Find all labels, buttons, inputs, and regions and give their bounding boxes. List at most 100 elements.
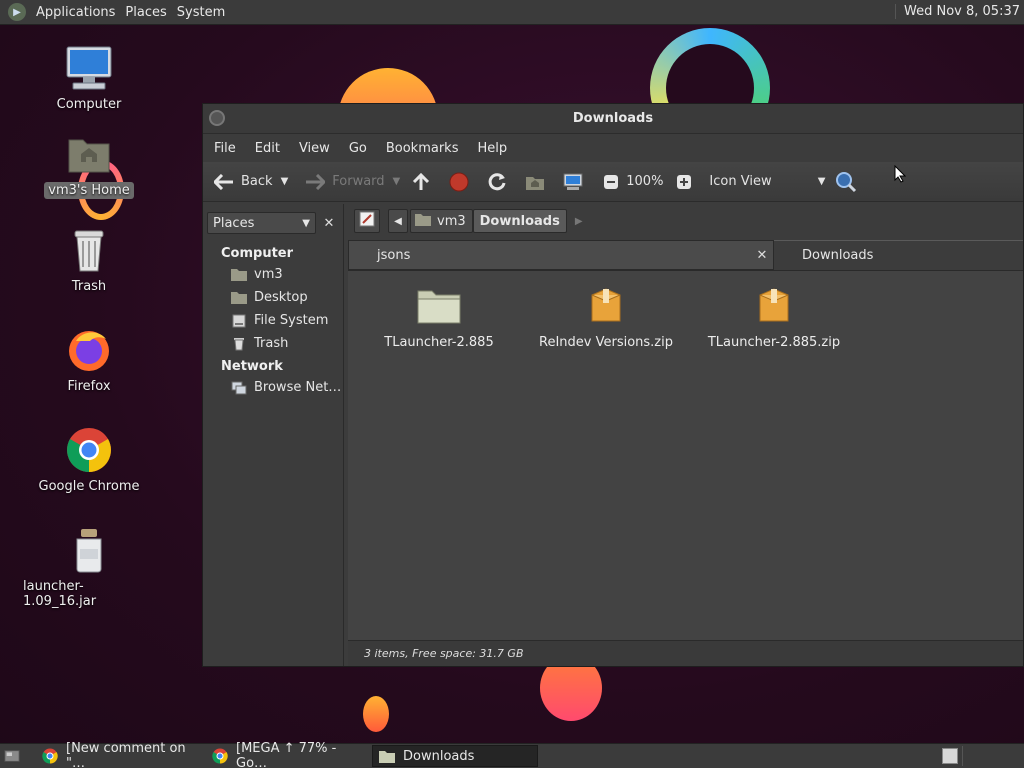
window-titlebar[interactable]: Downloads bbox=[203, 104, 1023, 134]
drive-icon bbox=[231, 314, 247, 328]
close-icon[interactable]: ✕ bbox=[755, 248, 769, 263]
menu-file[interactable]: File bbox=[214, 141, 236, 156]
wallpaper-blob bbox=[363, 696, 389, 732]
tab-label: Downloads bbox=[802, 248, 874, 263]
trash-icon bbox=[65, 226, 113, 274]
edit-location-button[interactable] bbox=[354, 209, 380, 233]
sidebar-places-select[interactable]: Places ▼ bbox=[207, 212, 316, 234]
chevron-down-icon[interactable]: ▼ bbox=[393, 176, 401, 187]
view-mode-label: Icon View bbox=[709, 174, 772, 189]
window-title: Downloads bbox=[572, 111, 654, 126]
menu-go[interactable]: Go bbox=[349, 141, 367, 156]
chrome-icon bbox=[42, 748, 58, 764]
zip-archive-icon bbox=[588, 285, 624, 329]
tab-jsons[interactable]: jsons ✕ bbox=[348, 240, 774, 270]
arrow-up-icon bbox=[410, 171, 432, 193]
chevron-down-icon[interactable]: ▼ bbox=[281, 176, 289, 187]
sidebar-item-browse-network[interactable]: Browse Net… bbox=[203, 376, 343, 399]
file-item[interactable]: ReIndev Versions.zip bbox=[521, 285, 691, 350]
top-panel: ▶ Applications Places System Wed Nov 8, … bbox=[0, 0, 1024, 25]
back-button[interactable]: Back ▼ bbox=[213, 171, 288, 193]
folder-icon bbox=[416, 285, 462, 329]
desktop-icon-chrome[interactable]: Google Chrome bbox=[19, 426, 159, 495]
zoom-out-icon bbox=[600, 171, 622, 193]
sidebar-item-file-system[interactable]: File System bbox=[203, 309, 343, 332]
desktop-icon-firefox[interactable]: Firefox bbox=[19, 326, 159, 395]
tab-downloads[interactable]: Downloads bbox=[774, 240, 1023, 270]
file-item[interactable]: TLauncher-2.885.zip bbox=[689, 285, 859, 350]
arrow-right-icon bbox=[304, 171, 326, 193]
menu-places[interactable]: Places bbox=[125, 5, 166, 20]
zoom-in-button[interactable] bbox=[673, 171, 699, 193]
sidebar-item-label: Trash bbox=[254, 336, 289, 351]
zoom-level: 100% bbox=[626, 174, 664, 189]
stop-button[interactable] bbox=[448, 171, 476, 193]
show-desktop-icon bbox=[4, 748, 20, 764]
home-button[interactable] bbox=[524, 171, 552, 193]
sidebar-item-label: vm3 bbox=[254, 267, 283, 282]
search-button[interactable] bbox=[835, 171, 863, 193]
reload-icon bbox=[486, 171, 508, 193]
tab-label: jsons bbox=[377, 247, 411, 263]
pencil-icon bbox=[359, 211, 375, 231]
show-desktop-button[interactable] bbox=[0, 745, 28, 767]
close-icon[interactable]: ✕ bbox=[319, 212, 339, 234]
menu-system[interactable]: System bbox=[177, 5, 225, 20]
firefox-icon bbox=[65, 326, 113, 374]
desktop-icon-label: Computer bbox=[56, 97, 122, 112]
trash-icon bbox=[231, 337, 247, 351]
sidebar-item-trash[interactable]: Trash bbox=[203, 332, 343, 355]
file-name: TLauncher-2.885 bbox=[384, 335, 494, 350]
chevron-right-icon[interactable]: ▶ bbox=[575, 216, 583, 227]
path-bar: ◀ vm3 Downloads ▶ bbox=[348, 204, 1023, 238]
workspace-switcher[interactable] bbox=[962, 746, 1020, 766]
sidebar-item-label: Desktop bbox=[254, 290, 308, 305]
menubar: File Edit View Go Bookmarks Help bbox=[203, 134, 1023, 162]
file-view[interactable]: TLauncher-2.885 ReIndev Versions.zip TLa… bbox=[348, 270, 1023, 640]
search-icon bbox=[835, 171, 857, 193]
reload-button[interactable] bbox=[486, 171, 514, 193]
distro-logo-icon[interactable]: ▶ bbox=[8, 3, 26, 21]
computer-icon bbox=[65, 44, 113, 92]
taskbar-item-chrome-comment[interactable]: [New comment on "… bbox=[36, 741, 200, 768]
up-button[interactable] bbox=[410, 171, 438, 193]
desktop-icon-label: vm3's Home bbox=[44, 182, 134, 199]
menu-help[interactable]: Help bbox=[477, 141, 507, 156]
window-menu-button[interactable] bbox=[209, 110, 225, 126]
taskbar-item-label: [New comment on "… bbox=[66, 741, 186, 768]
file-item[interactable]: TLauncher-2.885 bbox=[354, 285, 524, 350]
desktop-icon-jar[interactable]: launcher-1.09_16.jar bbox=[19, 526, 159, 610]
path-segment-downloads[interactable]: Downloads bbox=[472, 209, 567, 233]
desktop-icon-home[interactable]: vm3's Home bbox=[19, 130, 159, 199]
taskbar-item-chrome-mega[interactable]: [MEGA ↑ 77% - Go… bbox=[206, 741, 366, 768]
zip-archive-icon bbox=[756, 285, 792, 329]
desktop-icon-computer[interactable]: Computer bbox=[19, 44, 159, 113]
forward-button[interactable]: Forward ▼ bbox=[304, 171, 400, 193]
chrome-icon bbox=[65, 426, 113, 474]
status-text: 3 items, Free space: 31.7 GB bbox=[364, 647, 524, 660]
stop-icon bbox=[448, 171, 470, 193]
menu-bookmarks[interactable]: Bookmarks bbox=[386, 141, 459, 156]
sidebar-item-desktop[interactable]: Desktop bbox=[203, 286, 343, 309]
panel-clock[interactable]: Wed Nov 8, 05:37 bbox=[895, 4, 1020, 19]
taskbar-item-downloads[interactable]: Downloads bbox=[372, 745, 538, 767]
view-mode-select[interactable]: Icon View ▼ bbox=[709, 174, 825, 189]
mouse-cursor-icon bbox=[894, 164, 907, 187]
menu-view[interactable]: View bbox=[299, 141, 330, 156]
home-folder-icon bbox=[415, 213, 431, 230]
workspace-switcher-active[interactable] bbox=[942, 748, 958, 764]
zoom-out-button[interactable]: 100% bbox=[600, 171, 663, 193]
path-segment-vm3[interactable]: vm3 bbox=[410, 209, 473, 233]
menu-applications[interactable]: Applications bbox=[36, 5, 115, 20]
desktop-icon-label: Firefox bbox=[67, 379, 111, 394]
sidebar-item-vm3[interactable]: vm3 bbox=[203, 263, 343, 286]
desktop-icon-trash[interactable]: Trash bbox=[19, 226, 159, 295]
sidebar-section-network: Network bbox=[221, 359, 283, 374]
desktop-folder-icon bbox=[231, 291, 247, 305]
sidebar: Places ▼ ✕ Computer vm3 Desktop File Sys… bbox=[203, 204, 344, 666]
sidebar-item-label: Browse Net… bbox=[254, 380, 342, 395]
path-scroll-left-button[interactable]: ◀ bbox=[388, 209, 408, 233]
menu-edit[interactable]: Edit bbox=[255, 141, 280, 156]
status-bar: 3 items, Free space: 31.7 GB bbox=[348, 640, 1023, 666]
computer-button[interactable] bbox=[562, 171, 590, 193]
